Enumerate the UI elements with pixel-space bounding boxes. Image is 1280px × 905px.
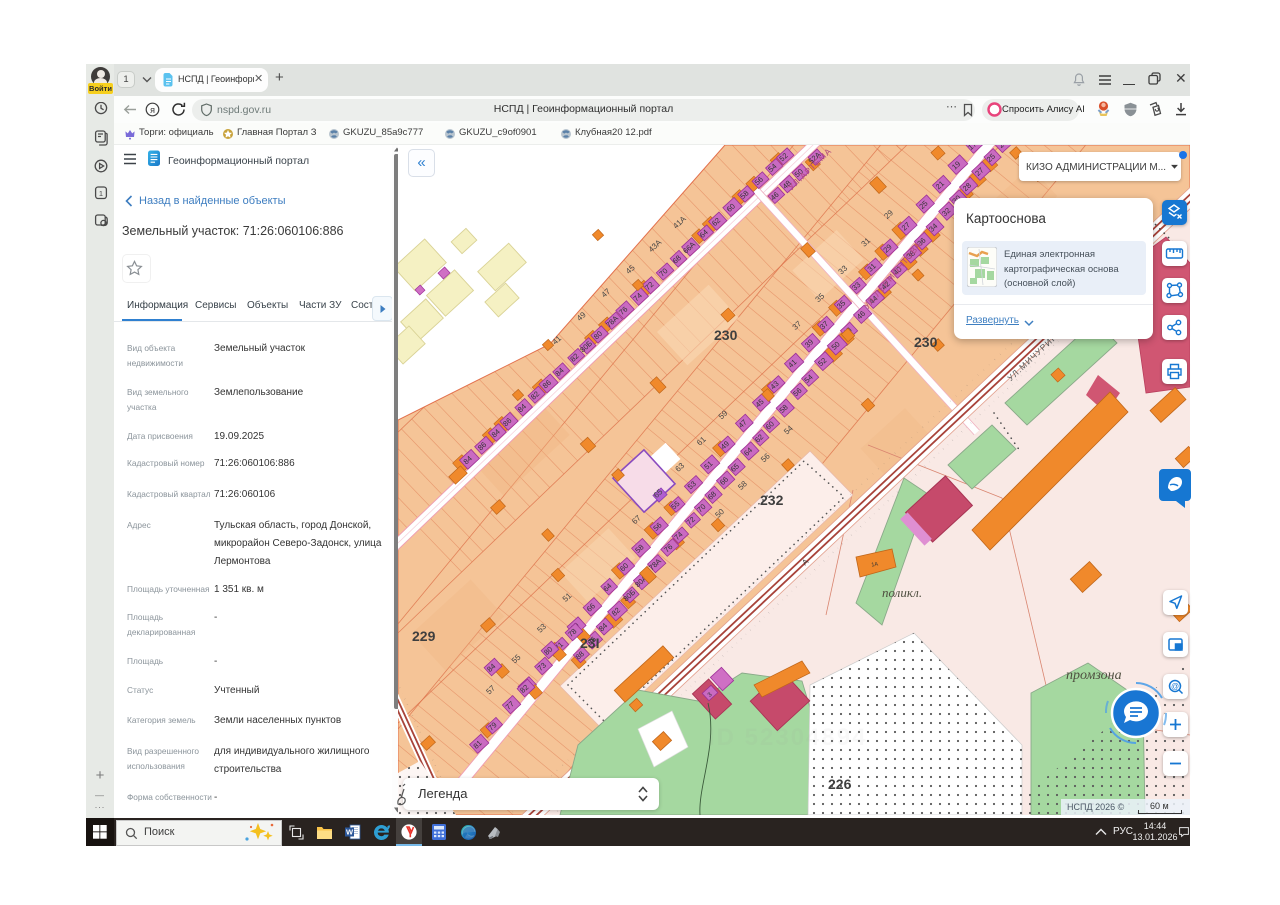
svg-text:229: 229 — [412, 628, 436, 644]
svg-text:232: 232 — [760, 492, 784, 508]
svg-text:поликл.: поликл. — [882, 585, 922, 600]
svg-text:я: я — [150, 105, 155, 115]
svg-text:230: 230 — [914, 334, 938, 350]
svg-text:1: 1 — [99, 189, 103, 198]
svg-text:W: W — [346, 828, 354, 837]
svg-text:230: 230 — [714, 327, 738, 343]
svg-text:@: @ — [1171, 682, 1179, 691]
svg-text:226: 226 — [828, 776, 852, 792]
svg-text:23I: 23I — [580, 635, 599, 651]
svg-text:1А: 1А — [871, 562, 879, 569]
svg-text:ID 52304894: ID 52304894 — [708, 724, 867, 751]
